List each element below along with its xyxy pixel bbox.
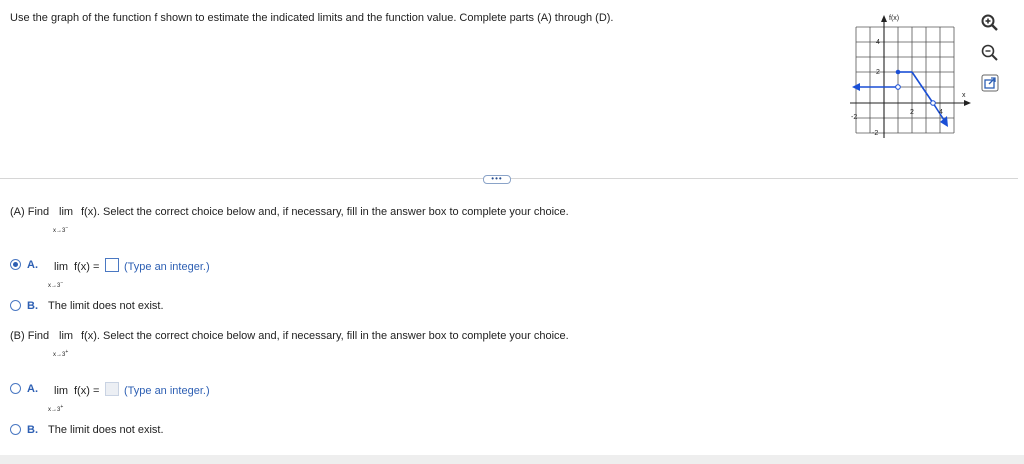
y-tick-neg2: -2: [872, 130, 878, 137]
partA-find-label: (A) Find: [10, 206, 50, 218]
partB-optionA-approach: x→3+: [48, 404, 64, 413]
partB-optionB-radio[interactable]: [10, 424, 21, 435]
partA-lim: lim: [59, 206, 74, 218]
x-tick-2: 2: [910, 109, 914, 116]
partA-question-text: f(x). Select the correct choice below an…: [81, 206, 569, 218]
bottom-bar: [0, 455, 1024, 464]
partA-optionA-lim: lim: [54, 261, 69, 273]
partB-optionB-text: The limit does not exist.: [48, 424, 164, 436]
partA-approach: x→3−: [53, 225, 69, 234]
y-axis-label: f(x): [889, 15, 899, 22]
closed-point: [895, 69, 901, 75]
partA-answer-input[interactable]: [105, 258, 119, 272]
function-graph: f(x) x 4 2 -2 -2 2 4: [850, 15, 971, 138]
partB-find-label: (B) Find: [10, 330, 50, 342]
partB-optionA-letter: A.: [27, 383, 38, 395]
zoom-in-icon[interactable]: [980, 13, 1000, 33]
partB-optionA-fx: f(x) =: [74, 385, 100, 397]
partA-optionA-fx: f(x) =: [74, 261, 100, 273]
partB-approach: x→3+: [53, 349, 69, 358]
partA-optionA-hint: (Type an integer.): [124, 261, 210, 273]
y-tick-4: 4: [876, 39, 880, 46]
partB-optionA-lim: lim: [54, 385, 69, 397]
open-point-axis: [930, 100, 936, 106]
partA-optionB-radio[interactable]: [10, 300, 21, 311]
partB-optionB-letter: B.: [27, 424, 38, 436]
partA-optionB-letter: B.: [27, 300, 38, 312]
x-tick-neg2: -2: [851, 114, 857, 121]
partB-lim: lim: [59, 330, 74, 342]
partA-optionA-letter: A.: [27, 259, 38, 271]
popout-icon[interactable]: [980, 73, 1000, 93]
partA-optionA-approach: x→3−: [48, 280, 64, 289]
partB-optionA-radio[interactable]: [10, 383, 21, 394]
x-axis-label: x: [962, 92, 966, 99]
partB-question-text: f(x). Select the correct choice below an…: [81, 330, 569, 342]
partA-optionB-text: The limit does not exist.: [48, 300, 164, 312]
partA-optionA-radio[interactable]: [10, 259, 21, 270]
open-point: [895, 84, 901, 90]
x-tick-4: 4: [939, 109, 943, 116]
y-tick-2: 2: [876, 69, 880, 76]
expand-divider-button[interactable]: •••: [483, 175, 511, 184]
instructions-text: Use the graph of the function f shown to…: [10, 12, 614, 24]
partB-answer-input[interactable]: [105, 382, 119, 396]
zoom-out-icon[interactable]: [980, 43, 1000, 63]
partB-optionA-hint: (Type an integer.): [124, 385, 210, 397]
